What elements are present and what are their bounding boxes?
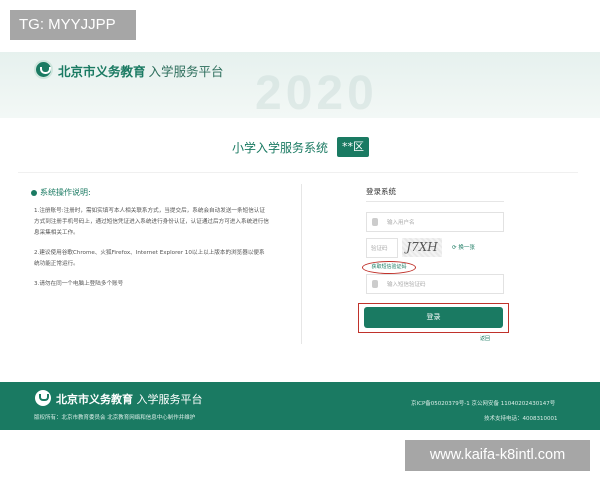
captcha-input[interactable]: 验证码 — [366, 238, 398, 258]
footer-icp: 京ICP备05020379号-1 京公网安备 11040202430147号 — [411, 401, 556, 407]
login-button[interactable]: 登录 — [364, 307, 503, 328]
username-placeholder: 输入用户名 — [387, 220, 415, 226]
lock-icon — [372, 280, 378, 288]
system-title: 小学入学服务系统 — [232, 141, 329, 155]
info-icon — [31, 189, 37, 196]
instruction-3: 3.请勿在同一个电脑上登陆多个账号 — [34, 281, 124, 287]
district-badge: **区 — [337, 137, 369, 157]
instruction-2: 2.建议使用谷歌Chrome、火狐Firefox、Internet Explor… — [34, 250, 265, 267]
footer-logo-icon — [35, 390, 51, 406]
footer-title-bold: 北京市义务教育 — [56, 393, 133, 406]
back-link[interactable]: 返回 — [480, 335, 490, 342]
watermark-top: TG: MYYJJPP — [10, 10, 136, 40]
header-title-plain: 入学服务平台 — [148, 64, 224, 79]
site-header: 2020 北京市义务教育 入学服务平台 — [0, 52, 600, 118]
site-footer: 北京市义务教育 入学服务平台 版权所有：北京市教育委员会 北京教育网络和信息中心… — [0, 382, 600, 430]
header-title-bold: 北京市义务教育 — [58, 64, 146, 79]
refresh-label: 换一张 — [458, 245, 475, 251]
footer-copyright: 版权所有：北京市教育委员会 北京教育网络和信息中心制作并维护 — [34, 415, 196, 421]
instructions-heading-text: 系统操作说明: — [40, 188, 91, 197]
login-title: 登录系统 — [366, 187, 396, 196]
login-title-underline — [366, 201, 504, 202]
get-sms-code-link[interactable]: 获取短信验证码 — [362, 261, 416, 274]
logo-icon — [34, 60, 53, 79]
main-panel — [18, 172, 578, 372]
instructions-heading: 系统操作说明: — [31, 187, 91, 198]
captcha-image[interactable]: J7XH — [402, 238, 442, 257]
footer-title: 北京市义务教育 入学服务平台 — [56, 391, 203, 407]
captcha-placeholder: 验证码 — [371, 246, 388, 252]
refresh-icon: ⟳ — [452, 245, 457, 251]
sms-code-placeholder: 输入短信验证码 — [387, 282, 426, 288]
sms-code-input[interactable]: 输入短信验证码 — [366, 274, 504, 294]
instruction-1: 1.注册账号:注册时，需如实填写本人相关联系方式，当提交后，系统会自动发送一条短… — [34, 208, 269, 236]
username-input[interactable]: 输入用户名 — [366, 212, 504, 232]
header-title: 北京市义务教育 入学服务平台 — [58, 61, 224, 80]
panel-divider — [301, 184, 302, 344]
footer-support-phone: 技术支持电话：4008310001 — [484, 416, 558, 422]
refresh-captcha-link[interactable]: ⟳ 换一张 — [452, 243, 475, 251]
footer-title-plain: 入学服务平台 — [136, 393, 203, 406]
watermark-bottom: www.kaifa-k8intl.com — [405, 440, 590, 471]
user-icon — [372, 218, 378, 226]
header-deco-year: 2020 — [255, 67, 378, 118]
